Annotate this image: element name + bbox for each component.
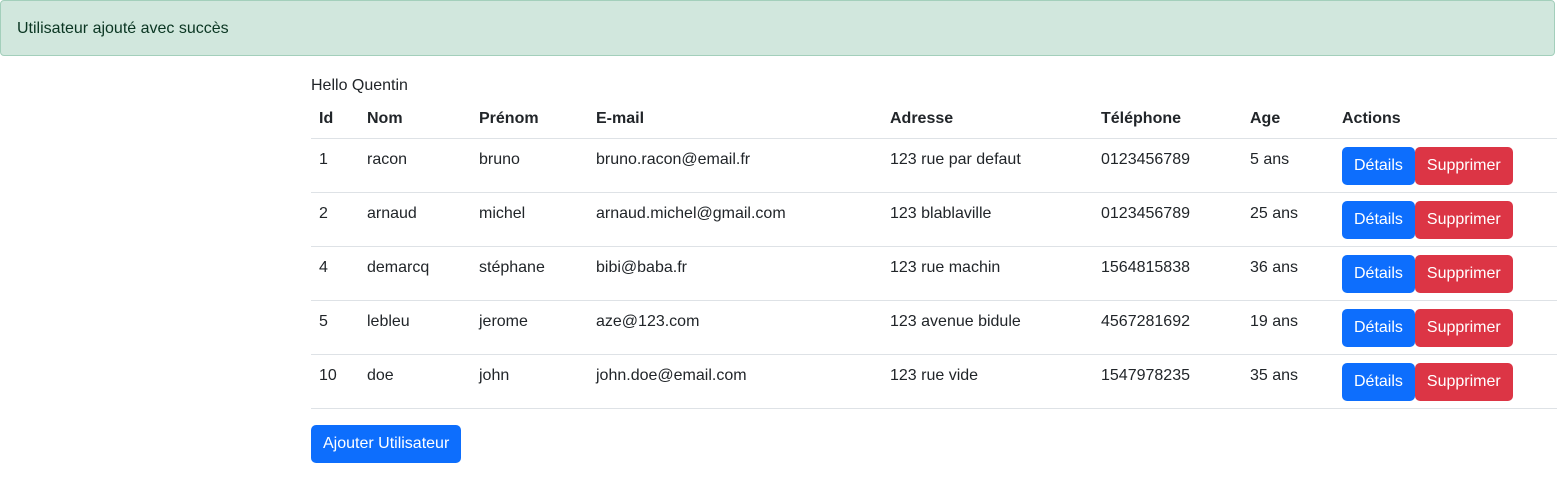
cell-actions: Détails Supprimer xyxy=(1334,138,1557,193)
table-row: 2 arnaud michel arnaud.michel@gmail.com … xyxy=(311,192,1557,247)
cell-prenom: john xyxy=(471,354,588,409)
main-content: Hello Quentin Id Nom Prénom E-mail Adres… xyxy=(311,72,1557,463)
success-alert: Utilisateur ajouté avec succès xyxy=(0,0,1555,56)
delete-button[interactable]: Supprimer xyxy=(1414,309,1513,347)
cell-age: 5 ans xyxy=(1242,138,1334,193)
delete-button[interactable]: Supprimer xyxy=(1414,201,1513,239)
cell-email: bruno.racon@email.fr xyxy=(588,138,882,193)
delete-button[interactable]: Supprimer xyxy=(1414,363,1513,401)
cell-nom: racon xyxy=(359,138,471,193)
details-button[interactable]: Détails xyxy=(1342,309,1415,347)
details-button[interactable]: Détails xyxy=(1342,255,1415,293)
cell-telephone: 4567281692 xyxy=(1093,300,1242,355)
header-id: Id xyxy=(311,100,359,139)
details-button[interactable]: Détails xyxy=(1342,363,1415,401)
cell-telephone: 1564815838 xyxy=(1093,246,1242,301)
cell-telephone: 1547978235 xyxy=(1093,354,1242,409)
cell-telephone: 0123456789 xyxy=(1093,138,1242,193)
table-row: 4 demarcq stéphane bibi@baba.fr 123 rue … xyxy=(311,246,1557,301)
cell-id: 1 xyxy=(311,138,359,193)
cell-telephone: 0123456789 xyxy=(1093,192,1242,247)
cell-actions: Détails Supprimer xyxy=(1334,192,1557,247)
cell-adresse: 123 rue machin xyxy=(882,246,1093,301)
cell-id: 4 xyxy=(311,246,359,301)
cell-prenom: stéphane xyxy=(471,246,588,301)
cell-actions: Détails Supprimer xyxy=(1334,246,1557,301)
cell-id: 2 xyxy=(311,192,359,247)
cell-prenom: bruno xyxy=(471,138,588,193)
header-telephone: Téléphone xyxy=(1093,100,1242,139)
cell-email: arnaud.michel@gmail.com xyxy=(588,192,882,247)
cell-nom: doe xyxy=(359,354,471,409)
header-email: E-mail xyxy=(588,100,882,139)
table-header-row: Id Nom Prénom E-mail Adresse Téléphone A… xyxy=(311,100,1557,139)
greeting-text: Hello Quentin xyxy=(311,77,408,94)
delete-button[interactable]: Supprimer xyxy=(1414,255,1513,293)
cell-nom: lebleu xyxy=(359,300,471,355)
cell-adresse: 123 avenue bidule xyxy=(882,300,1093,355)
cell-id: 10 xyxy=(311,354,359,409)
cell-email: aze@123.com xyxy=(588,300,882,355)
table-row: 10 doe john john.doe@email.com 123 rue v… xyxy=(311,354,1557,409)
cell-age: 35 ans xyxy=(1242,354,1334,409)
cell-prenom: jerome xyxy=(471,300,588,355)
header-age: Age xyxy=(1242,100,1334,139)
add-user-button[interactable]: Ajouter Utilisateur xyxy=(311,425,462,463)
table-row: 1 racon bruno bruno.racon@email.fr 123 r… xyxy=(311,138,1557,193)
cell-email: john.doe@email.com xyxy=(588,354,882,409)
cell-actions: Détails Supprimer xyxy=(1334,354,1557,409)
cell-adresse: 123 rue par defaut xyxy=(882,138,1093,193)
cell-prenom: michel xyxy=(471,192,588,247)
header-actions: Actions xyxy=(1334,100,1557,139)
table-row: 5 lebleu jerome aze@123.com 123 avenue b… xyxy=(311,300,1557,355)
details-button[interactable]: Détails xyxy=(1342,201,1415,239)
cell-nom: demarcq xyxy=(359,246,471,301)
details-button[interactable]: Détails xyxy=(1342,147,1415,185)
success-alert-message: Utilisateur ajouté avec succès xyxy=(17,20,229,37)
cell-adresse: 123 rue vide xyxy=(882,354,1093,409)
header-nom: Nom xyxy=(359,100,471,139)
cell-nom: arnaud xyxy=(359,192,471,247)
cell-email: bibi@baba.fr xyxy=(588,246,882,301)
cell-age: 36 ans xyxy=(1242,246,1334,301)
header-prenom: Prénom xyxy=(471,100,588,139)
cell-id: 5 xyxy=(311,300,359,355)
users-table: Id Nom Prénom E-mail Adresse Téléphone A… xyxy=(311,100,1557,409)
header-adresse: Adresse xyxy=(882,100,1093,139)
cell-age: 19 ans xyxy=(1242,300,1334,355)
cell-adresse: 123 blablaville xyxy=(882,192,1093,247)
delete-button[interactable]: Supprimer xyxy=(1414,147,1513,185)
cell-actions: Détails Supprimer xyxy=(1334,300,1557,355)
cell-age: 25 ans xyxy=(1242,192,1334,247)
